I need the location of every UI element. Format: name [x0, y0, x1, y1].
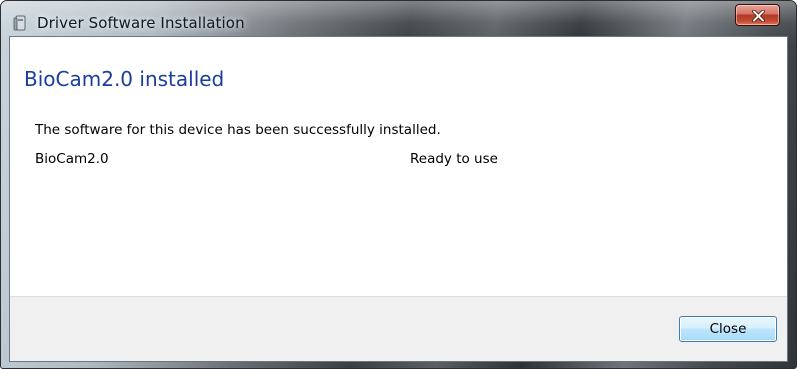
dialog-window: Driver Software Installation BioCam2.0 i… — [0, 0, 797, 369]
device-status: Ready to use — [410, 151, 498, 167]
close-x-icon — [752, 10, 765, 22]
window-title: Driver Software Installation — [37, 14, 245, 32]
dialog-content: BioCam2.0 installed The software for thi… — [9, 36, 788, 362]
status-heading: BioCam2.0 installed — [24, 67, 225, 91]
device-name: BioCam2.0 — [35, 151, 109, 167]
window-close-button[interactable] — [735, 4, 780, 26]
close-button[interactable]: Close — [679, 316, 777, 342]
driver-install-icon — [13, 14, 29, 32]
status-message: The software for this device has been su… — [35, 122, 441, 138]
dialog-footer: Close — [10, 296, 787, 361]
